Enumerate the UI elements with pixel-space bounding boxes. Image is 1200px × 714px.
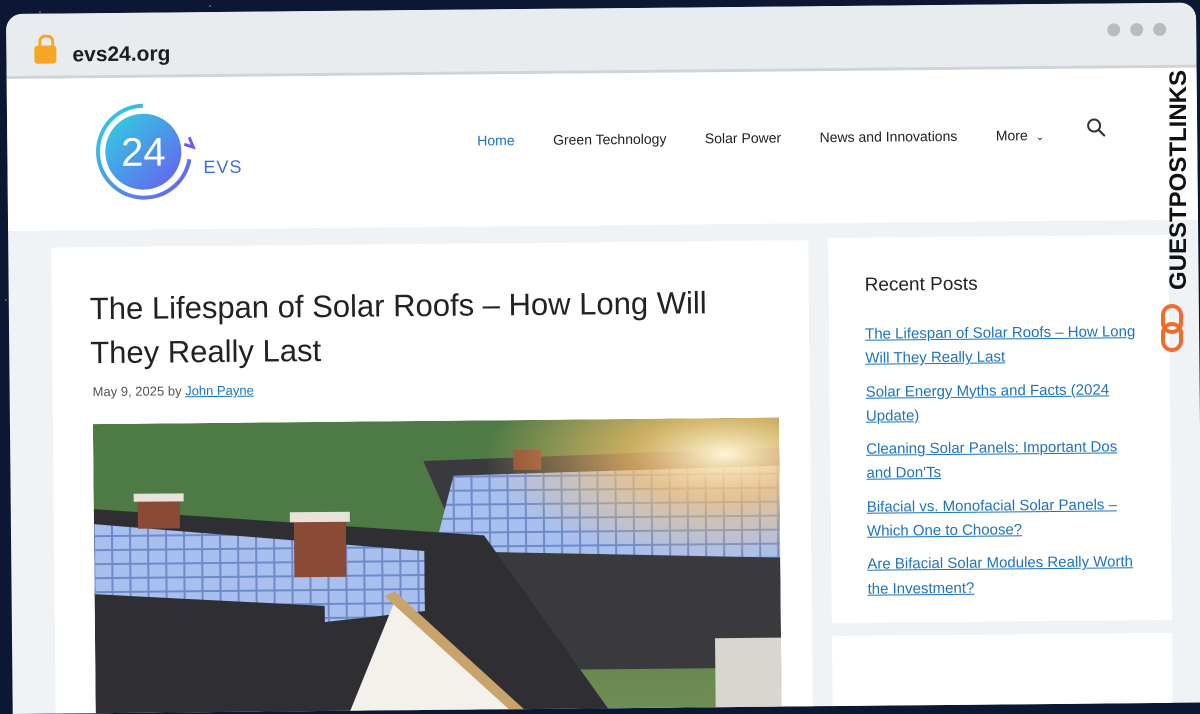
sidebar-widget — [832, 632, 1173, 714]
list-item: The Lifespan of Solar Roofs – How Long W… — [865, 320, 1140, 371]
list-item: Solar Energy Myths and Facts (2024 Updat… — [866, 378, 1141, 429]
recent-post-link[interactable]: The Lifespan of Solar Roofs – How Long W… — [865, 323, 1135, 367]
window-dot-icon[interactable] — [1130, 23, 1144, 37]
site-logo[interactable]: 24 EVS — [91, 97, 242, 208]
article: The Lifespan of Solar Roofs – How Long W… — [51, 240, 813, 714]
nav-item-home[interactable]: Home — [477, 132, 515, 148]
window-dot-icon[interactable] — [1107, 23, 1121, 37]
post-by: by — [167, 383, 182, 399]
window-controls — [1097, 22, 1167, 42]
nav-item-solar-power[interactable]: Solar Power — [705, 130, 781, 147]
nav-item-green-technology[interactable]: Green Technology — [553, 131, 667, 148]
search-icon[interactable] — [1085, 116, 1107, 138]
widget-title: Recent Posts — [864, 273, 978, 296]
recent-post-link[interactable]: Cleaning Solar Panels: Important Dos and… — [866, 439, 1117, 483]
lock-icon — [34, 45, 57, 64]
recent-posts-list: The Lifespan of Solar Roofs – How Long W… — [865, 320, 1143, 611]
window-dot-icon[interactable] — [1153, 22, 1167, 36]
watermark-text: GUESTPOSTLINKS — [1165, 70, 1192, 290]
recent-post-link[interactable]: Solar Energy Myths and Facts (2024 Updat… — [866, 381, 1110, 425]
address-bar-url[interactable]: evs24.org — [72, 42, 170, 67]
nav-more-label: More — [995, 127, 1028, 144]
main-nav: Home Green Technology Solar Power News a… — [477, 127, 1078, 151]
logo-number: 24 — [121, 130, 166, 174]
list-item: Are Bifacial Solar Modules Really Worth … — [867, 550, 1142, 601]
recent-post-link[interactable]: Are Bifacial Solar Modules Really Worth … — [867, 554, 1133, 598]
browser-window: evs24.org 24 EVS Home Green Technology S… — [6, 2, 1200, 714]
sidebar-recent-posts: Recent Posts The Lifespan of Solar Roofs… — [828, 234, 1172, 624]
nav-item-news-and-innovations[interactable]: News and Innovations — [820, 128, 958, 145]
post-date: May 9, 2025 — [92, 383, 165, 400]
guestpostlinks-watermark: GUESTPOSTLINKS — [1161, 70, 1192, 352]
nav-item-more[interactable]: More ⌄ — [996, 127, 1044, 143]
list-item: Cleaning Solar Panels: Important Dos and… — [866, 435, 1141, 486]
post-meta: May 9, 2025 by John Payne — [93, 383, 254, 400]
chevron-down-icon: ⌄ — [1035, 132, 1045, 144]
browser-chrome: evs24.org — [6, 2, 1197, 79]
site-header: 24 EVS Home Green Technology Solar Power… — [6, 67, 1199, 231]
logo-brand: EVS — [203, 157, 241, 177]
list-item: Bifacial vs. Monofacial Solar Panels – W… — [867, 493, 1142, 544]
link-icon — [1161, 304, 1183, 352]
post-title: The Lifespan of Solar Roofs – How Long W… — [89, 285, 707, 371]
recent-post-link[interactable]: Bifacial vs. Monofacial Solar Panels – W… — [867, 496, 1117, 540]
post-author-link[interactable]: John Payne — [185, 383, 254, 399]
